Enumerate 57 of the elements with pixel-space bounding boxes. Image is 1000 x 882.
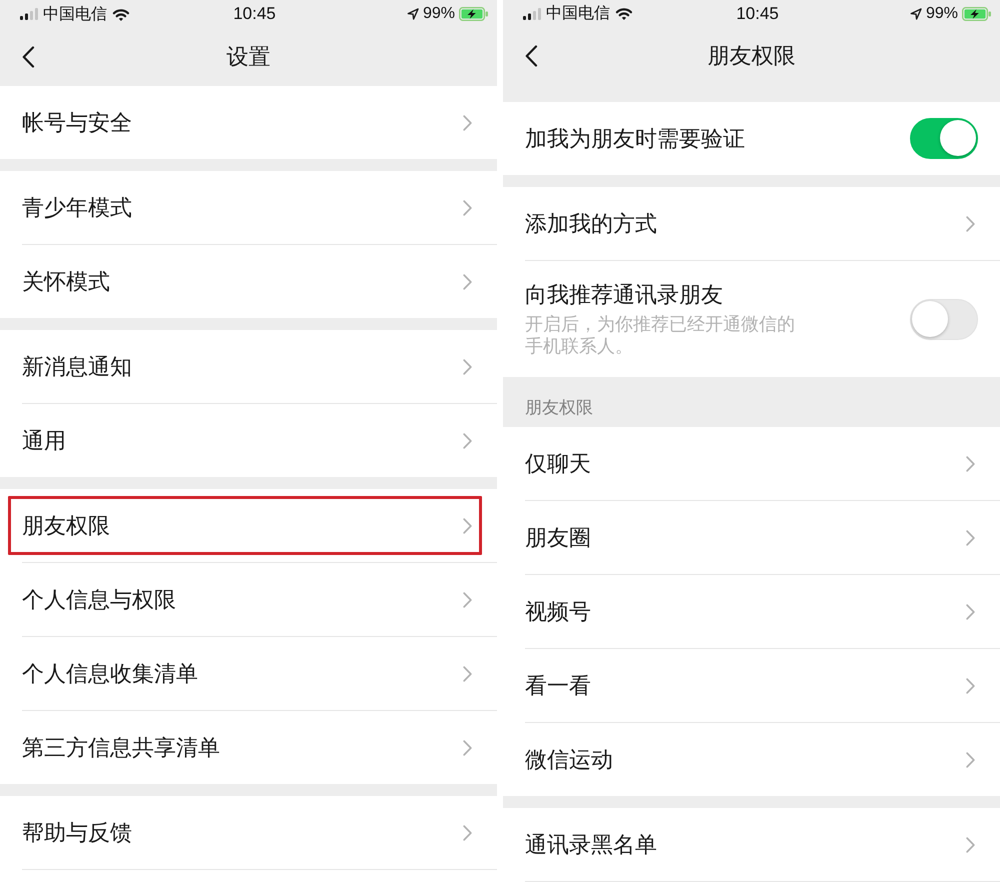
location-arrow-icon [406,8,419,20]
back-icon[interactable] [525,44,538,67]
settings-item[interactable]: 通讯录黑名单 [503,808,1000,881]
toggle-switch[interactable] [910,118,978,159]
settings-item[interactable]: 第三方信息共享清单 [0,711,497,784]
settings-item[interactable]: 通用 [0,404,497,477]
chevron-right-icon [966,530,975,546]
signal-icon [20,8,38,20]
carrier-name: 中国电信 [546,4,610,24]
wifi-icon [615,7,633,20]
status-time: 10:45 [736,4,779,24]
location-arrow-icon [910,8,922,20]
chevron-right-icon [463,518,472,534]
settings-item[interactable]: 个人信息收集清单 [0,637,497,710]
back-icon[interactable] [22,46,35,68]
settings-item[interactable]: 朋友圈 [503,501,1000,574]
setting-description: 开启后，为你推荐已经开通微信的手机联系人。 [525,313,796,357]
settings-item[interactable]: 添加我的方式 [503,187,1000,260]
signal-icon [523,8,541,20]
chevron-right-icon [463,432,472,448]
page-title: 设置 [226,43,270,71]
carrier-name: 中国电信 [43,4,107,24]
chevron-right-icon [463,740,472,756]
chevron-right-icon [463,358,472,374]
settings-item[interactable]: 新消息通知 [0,330,497,403]
settings-item[interactable]: 关怀模式 [0,245,497,318]
settings-item[interactable]: 朋友权限 [0,489,497,562]
chevron-right-icon [463,824,472,840]
chevron-right-icon [966,752,975,768]
battery-charging-icon [962,6,992,21]
page-title: 朋友权限 [708,42,796,70]
chevron-right-icon [463,274,472,290]
wifi-icon [112,8,130,20]
settings-item[interactable]: 看一看 [503,649,1000,722]
chevron-right-icon [966,216,975,232]
settings-item[interactable]: 帮助与反馈 [0,796,497,869]
battery-charging-icon [459,7,489,21]
settings-item[interactable]: 视频号 [503,575,1000,648]
settings-item[interactable]: 微信运动 [503,723,1000,796]
chevron-right-icon [966,678,975,694]
chevron-right-icon [463,200,472,216]
chevron-right-icon [966,604,975,620]
section-header: 朋友权限 [524,396,594,418]
chevron-right-icon [463,114,472,130]
chevron-right-icon [463,592,472,608]
battery-percentage: 99% [926,4,958,23]
settings-item[interactable]: 帐号与安全 [0,86,497,159]
battery-percentage: 99% [422,5,455,23]
chevron-right-icon [966,456,975,472]
settings-item[interactable]: 仅聊天 [503,427,1000,500]
settings-item[interactable]: 青少年模式 [0,171,497,244]
setting-label: 向我推荐通讯录朋友 [525,281,724,309]
settings-item[interactable]: 个人信息与权限 [0,563,497,636]
status-time: 10:45 [233,4,276,24]
chevron-right-icon [966,836,975,852]
chevron-right-icon [463,666,472,682]
setting-label: 加我为朋友时需要验证 [525,124,746,152]
